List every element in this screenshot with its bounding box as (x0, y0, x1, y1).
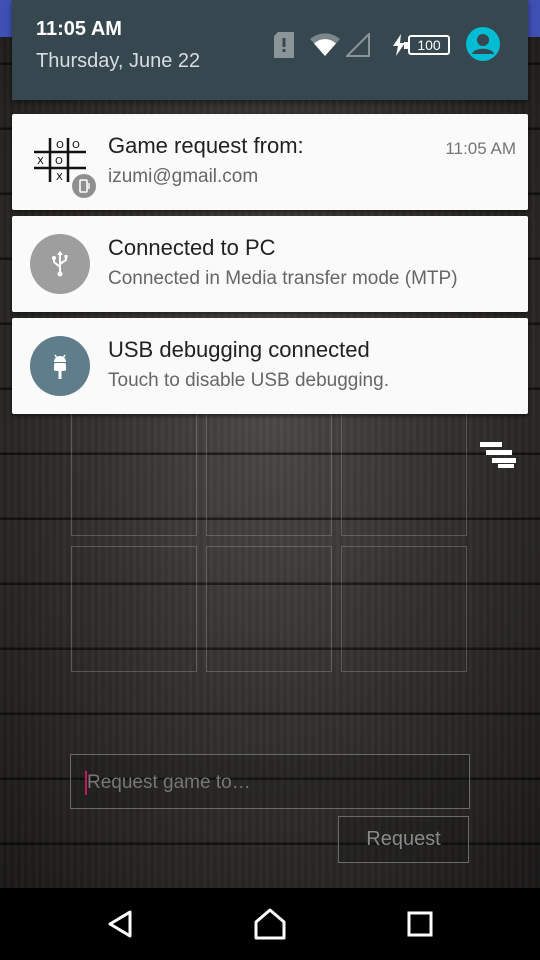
battery-icon: 100 (404, 35, 450, 55)
board-cell[interactable] (341, 546, 467, 672)
clock: 11:05 AM (36, 18, 122, 40)
board-cell[interactable] (206, 546, 332, 672)
board-cell[interactable] (206, 410, 332, 536)
notification-subtitle: Connected in Media transfer mode (MTP) (108, 268, 458, 289)
input-placeholder: Request game to… (87, 772, 251, 793)
board-cell[interactable] (341, 410, 467, 536)
notification-connected-to-pc[interactable]: Connected to PC Connected in Media trans… (12, 216, 528, 312)
sim-card-alert-icon (274, 32, 294, 58)
android-bug-icon (54, 354, 66, 379)
user-avatar-icon[interactable] (466, 27, 500, 61)
notification-time: 11:05 AM (445, 139, 516, 158)
phone-badge-icon (72, 174, 96, 198)
usb-icon-circle (30, 234, 90, 294)
svg-text:O: O (56, 140, 64, 151)
date[interactable]: Thursday, June 22 (36, 50, 200, 73)
notification-usb-debugging[interactable]: USB debugging connected Touch to disable… (12, 318, 528, 414)
recents-icon[interactable] (396, 900, 444, 948)
navigation-bar (0, 888, 540, 960)
notification-subtitle: Touch to disable USB debugging. (108, 370, 389, 391)
android-bug-icon-circle (30, 336, 90, 396)
cell-signal-icon (346, 33, 370, 57)
svg-text:X: X (56, 172, 63, 183)
svg-text:X: X (37, 156, 44, 167)
svg-text:O: O (55, 156, 63, 167)
board-cell[interactable] (71, 546, 197, 672)
quick-settings-header: 11:05 AM Thursday, June 22 100 (12, 0, 528, 100)
wifi-icon (310, 33, 340, 56)
notification-game-request[interactable]: O O X O X Game request from: izumi@gmail… (12, 114, 528, 210)
menu-icon[interactable] (478, 442, 518, 470)
notification-title: Game request from: (108, 133, 304, 158)
battery-level: 100 (417, 37, 441, 53)
back-icon[interactable] (96, 900, 144, 948)
board-cell[interactable] (71, 410, 197, 536)
request-game-input[interactable]: Request game to… (70, 754, 470, 809)
notification-subtitle: izumi@gmail.com (108, 166, 259, 187)
request-button[interactable]: Request (338, 816, 469, 863)
svg-text:O: O (72, 140, 80, 151)
notification-title: Connected to PC (108, 235, 276, 260)
notification-title: USB debugging connected (108, 337, 370, 362)
usb-icon (52, 251, 68, 277)
home-icon[interactable] (246, 900, 294, 948)
